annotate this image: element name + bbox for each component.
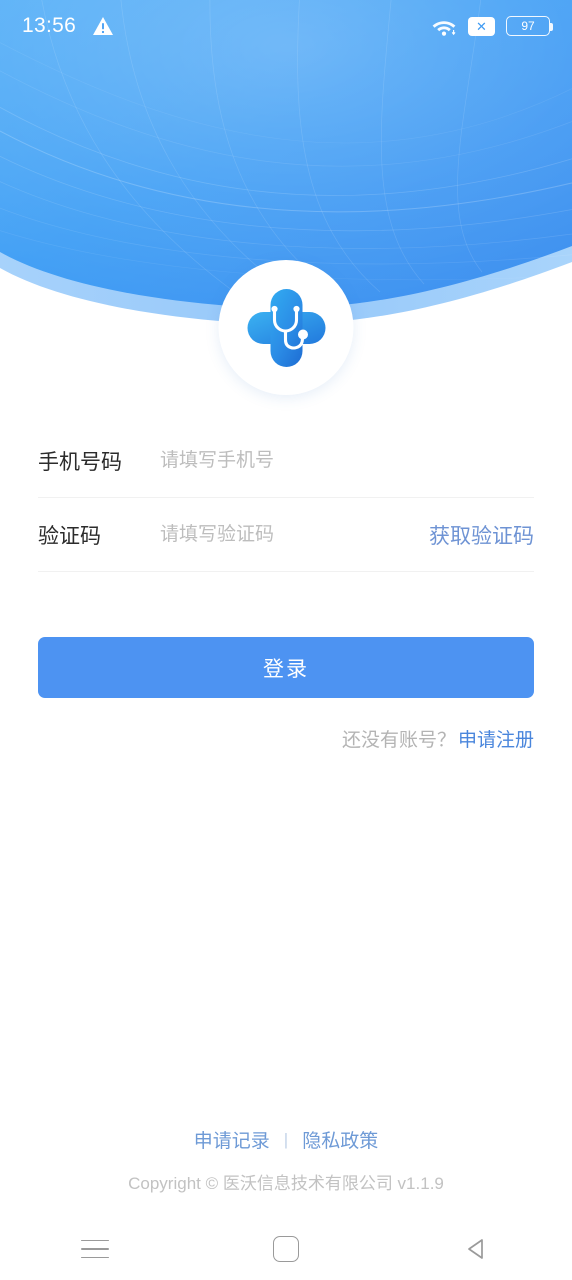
- medical-cross-stethoscope-logo: [247, 288, 325, 367]
- back-button[interactable]: [442, 1226, 512, 1272]
- wifi-icon: [432, 20, 456, 36]
- code-field-label: 验证码: [38, 524, 101, 548]
- footer-separator: |: [283, 1129, 289, 1149]
- android-nav-bar: [0, 1218, 572, 1280]
- status-bar-left: 13:56: [22, 14, 114, 38]
- home-square-icon: [272, 1236, 299, 1262]
- login-screen: 13:56 ✕ 97 手机号码 请填写手机号 验证码 请填写验证码 获取验证码 …: [0, 0, 572, 1280]
- login-form: 手机号码 验证码 获取验证码: [38, 424, 534, 572]
- register-link[interactable]: 申请注册: [458, 725, 534, 752]
- status-bar: 13:56 ✕ 97: [0, 0, 572, 52]
- signal-disabled-icon: ✕: [468, 16, 495, 36]
- verification-code-input[interactable]: [160, 514, 419, 555]
- menu-icon: [81, 1239, 110, 1259]
- phone-field-row: 手机号码: [38, 424, 534, 498]
- recents-button[interactable]: [60, 1226, 130, 1272]
- register-prompt: 还没有账号？ 申请注册: [0, 725, 534, 752]
- home-button[interactable]: [251, 1226, 321, 1272]
- phone-field-label: 手机号码: [38, 450, 122, 474]
- back-triangle-icon: [467, 1239, 483, 1259]
- footer-links: 申请记录 | 隐私政策: [0, 1126, 572, 1153]
- battery-level-label: 97: [521, 19, 535, 33]
- copyright-text: Copyright © 医沃信息技术有限公司 v1.1.9: [128, 1174, 444, 1193]
- privacy-policy-link[interactable]: 隐私政策: [302, 1126, 378, 1153]
- login-button[interactable]: 登录: [38, 637, 534, 698]
- send-code-button[interactable]: 获取验证码: [419, 520, 534, 550]
- application-records-link[interactable]: 申请记录: [194, 1126, 270, 1153]
- code-field-row: 验证码 获取验证码: [38, 498, 534, 572]
- status-time: 13:56: [22, 14, 77, 37]
- app-logo: [218, 260, 354, 395]
- warning-triangle-icon: [93, 17, 114, 35]
- phone-input[interactable]: [160, 440, 534, 481]
- register-question-label: 还没有账号？: [341, 730, 456, 751]
- battery-indicator: 97: [506, 16, 553, 36]
- status-bar-right: ✕ 97: [431, 16, 553, 37]
